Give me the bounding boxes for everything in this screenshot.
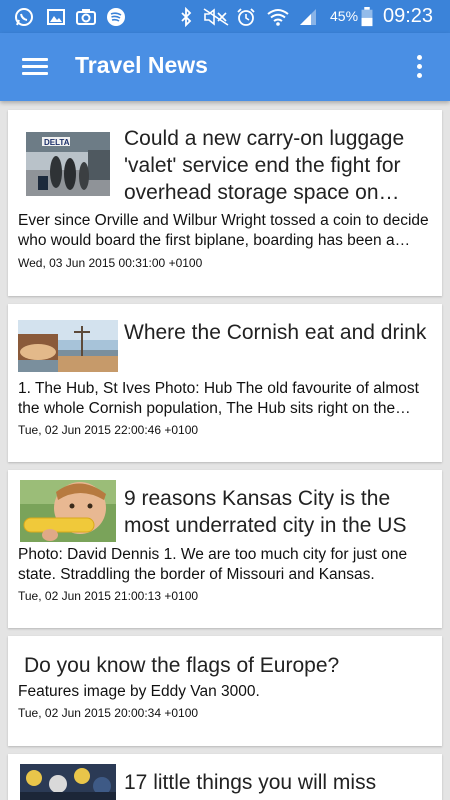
article-summary: 1. The Hub, St Ives Photo: Hub The old f… (18, 380, 419, 417)
battery-percent: 45% (330, 8, 359, 24)
article-thumbnail (18, 320, 118, 372)
article-date: Wed, 03 Jun 2015 00:31:00 +0100 (18, 256, 203, 270)
article-title: Where the Cornish eat and drink (124, 321, 427, 344)
bluetooth-icon (181, 7, 192, 27)
article-date: Tue, 02 Jun 2015 21:00:13 +0100 (18, 589, 199, 603)
app-bar: Travel News (0, 33, 450, 101)
camera-icon (76, 9, 96, 25)
article-thumbnail: DELTA (26, 132, 110, 196)
article-thumbnail (20, 764, 116, 800)
article-title: Do you know the flags of Europe? (24, 654, 340, 677)
article-card[interactable]: Do you know the flags of Europe? Feature… (8, 636, 442, 746)
alarm-icon (237, 8, 255, 26)
clock: 09:23 (383, 5, 434, 27)
article-thumbnail (20, 480, 116, 542)
article-title: Could a new carry-on luggage 'valet' ser… (124, 127, 405, 204)
article-card[interactable]: 17 little things you will miss (8, 754, 442, 800)
article-title: 9 reasons Kansas City is the most underr… (124, 487, 407, 537)
mute-icon (203, 8, 229, 26)
article-summary: Features image by Eddy Van 3000. (18, 683, 260, 700)
article-title: 17 little things you will miss (124, 771, 377, 794)
article-summary: Ever since Orville and Wilbur Wright tos… (18, 212, 429, 249)
article-summary: Photo: David Dennis 1. We are too much c… (18, 546, 408, 583)
status-bar: 45% 09:23 (0, 0, 450, 33)
article-date: Tue, 02 Jun 2015 20:00:34 +0100 (18, 706, 199, 720)
signal-icon (300, 9, 316, 25)
more-vert-icon[interactable] (404, 51, 436, 83)
article-date: Tue, 02 Jun 2015 22:00:46 +0100 (18, 423, 199, 437)
app-title: Travel News (75, 52, 208, 78)
article-card[interactable]: DELTA Could a new carry-on luggage 'vale… (8, 110, 442, 296)
delta-sign-label: DELTA (44, 138, 70, 147)
wifi-icon (267, 9, 289, 26)
whatsapp-icon (15, 8, 33, 26)
spotify-icon (107, 8, 125, 26)
article-card[interactable]: 9 reasons Kansas City is the most underr… (8, 470, 442, 628)
article-card[interactable]: Where the Cornish eat and drink 1. The H… (8, 304, 442, 462)
battery-icon (361, 7, 373, 27)
hamburger-menu-icon[interactable] (16, 53, 54, 81)
gallery-icon (47, 9, 65, 25)
